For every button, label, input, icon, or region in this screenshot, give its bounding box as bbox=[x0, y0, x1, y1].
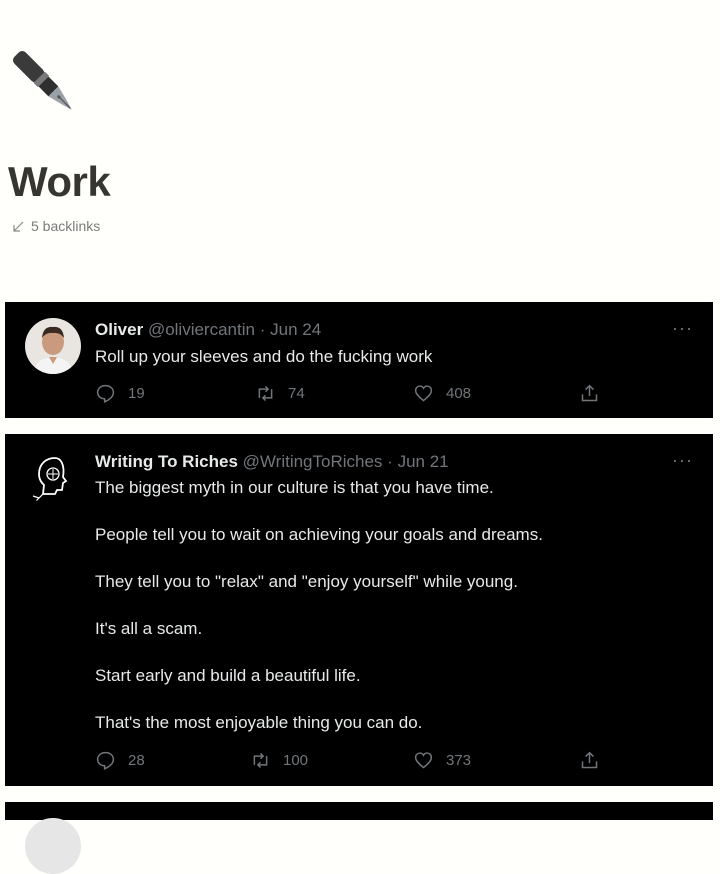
tweet-paragraph: Roll up your sleeves and do the fucking … bbox=[95, 347, 433, 366]
reply-count: 19 bbox=[128, 385, 145, 402]
separator: · bbox=[387, 452, 393, 471]
tweet-card[interactable]: Oliver @oliviercantin · Jun 24 ··· Roll … bbox=[5, 302, 713, 418]
backlinks-link[interactable]: 5 backlinks bbox=[12, 218, 100, 234]
reply-icon bbox=[96, 751, 115, 770]
share-icon bbox=[581, 384, 598, 402]
separator: · bbox=[259, 320, 266, 339]
heart-icon bbox=[414, 385, 433, 402]
tweet-text: Roll up your sleeves and do the fucking … bbox=[95, 345, 693, 368]
tweet-paragraph: The biggest myth in our culture is that … bbox=[95, 478, 494, 497]
tweet-paragraph: That's the most enjoyable thing you can … bbox=[95, 713, 423, 732]
tweet-date[interactable]: Jun 21 bbox=[398, 452, 449, 471]
retweet-icon bbox=[258, 385, 273, 402]
like-button[interactable]: 373 bbox=[413, 750, 471, 771]
tweet-paragraph: People tell you to wait on achieving you… bbox=[95, 525, 543, 544]
heart-icon bbox=[414, 752, 433, 769]
reply-icon bbox=[96, 384, 115, 403]
tweet-text: The biggest myth in our culture is that … bbox=[95, 476, 693, 734]
retweet-icon bbox=[253, 752, 268, 769]
tweet-paragraph: They tell you to "relax" and "enjoy your… bbox=[95, 572, 518, 591]
reply-button[interactable]: 19 bbox=[95, 383, 145, 404]
page-title: Work bbox=[8, 158, 111, 205]
tweet-actions: 19 74 408 bbox=[95, 383, 693, 407]
avatar[interactable] bbox=[25, 318, 81, 374]
avatar[interactable] bbox=[25, 818, 81, 874]
fountain-pen-icon bbox=[6, 44, 88, 126]
reply-count: 28 bbox=[128, 752, 145, 769]
share-icon bbox=[581, 751, 598, 769]
more-options-icon[interactable]: ··· bbox=[672, 450, 693, 471]
avatar[interactable] bbox=[25, 450, 81, 506]
arrow-down-left-icon bbox=[13, 221, 24, 232]
reply-button[interactable]: 28 bbox=[95, 750, 145, 771]
share-button[interactable] bbox=[579, 383, 600, 404]
retweet-button[interactable]: 74 bbox=[255, 383, 305, 404]
share-button[interactable] bbox=[579, 750, 600, 771]
tweet-paragraph: It's all a scam. bbox=[95, 619, 203, 638]
like-count: 408 bbox=[446, 385, 472, 402]
backlinks-label: 5 backlinks bbox=[31, 218, 101, 234]
tweet-card[interactable]: Writing To Riches @WritingToRiches · Jun… bbox=[5, 434, 713, 786]
author-handle[interactable]: @oliviercantin bbox=[148, 320, 255, 339]
retweet-button[interactable]: 100 bbox=[250, 750, 308, 771]
tweet-actions: 28 100 373 bbox=[95, 750, 693, 774]
like-button[interactable]: 408 bbox=[413, 383, 471, 404]
retweet-count: 74 bbox=[288, 385, 305, 402]
tweet-card[interactable] bbox=[5, 802, 713, 874]
like-count: 373 bbox=[446, 752, 472, 769]
author-name[interactable]: Oliver bbox=[95, 320, 143, 339]
tweet-paragraph: Start early and build a beautiful life. bbox=[95, 666, 361, 685]
more-options-icon[interactable]: ··· bbox=[672, 318, 693, 339]
author-handle[interactable]: @WritingToRiches bbox=[243, 452, 383, 471]
tweet-date[interactable]: Jun 24 bbox=[270, 320, 321, 339]
retweet-count: 100 bbox=[283, 752, 309, 769]
author-name[interactable]: Writing To Riches bbox=[95, 452, 238, 471]
